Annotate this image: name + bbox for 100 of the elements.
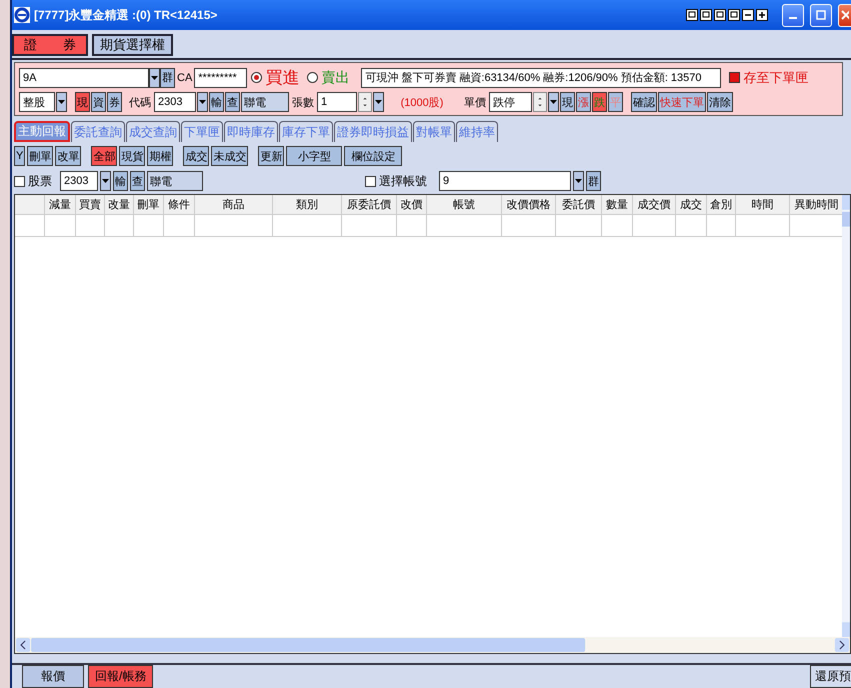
info-field: 可現沖 盤下可券賣 融資:63134/60% 融券:1206/90% 預估金額: 13570 — [361, 68, 722, 88]
code-field[interactable]: 2303 — [60, 171, 98, 191]
vertical-scrollbar[interactable] — [842, 195, 850, 637]
filter-button[interactable]: 全部 — [91, 146, 118, 166]
lookup-button[interactable]: 查 — [130, 171, 145, 191]
account-field[interactable]: 9A — [19, 68, 149, 88]
caret-icon — [199, 100, 206, 104]
table-cell — [105, 215, 134, 237]
minus-icon[interactable] — [742, 9, 754, 21]
close-button[interactable] — [838, 4, 851, 26]
caret-icon — [151, 76, 158, 80]
column-header[interactable]: 成交價 — [633, 195, 676, 215]
dropdown-button[interactable] — [56, 92, 67, 112]
column-header[interactable]: 帳號 — [427, 195, 502, 215]
table-cell — [602, 215, 633, 237]
column-header[interactable]: 類別 — [273, 195, 342, 215]
window-title: [7777]永豐金精選 :(0) TR<12415> — [34, 6, 218, 24]
column-header[interactable]: 條件 — [164, 195, 195, 215]
column-header[interactable]: 改價價格 — [502, 195, 556, 215]
code-label: 代碼 — [128, 96, 152, 110]
dropdown-button[interactable] — [149, 68, 160, 88]
column-header[interactable]: 異動時間 — [790, 195, 842, 215]
table-cell — [134, 215, 164, 237]
spinner-icon[interactable] — [533, 92, 547, 112]
account-field[interactable]: 9 — [439, 171, 571, 191]
plus-icon[interactable] — [756, 9, 768, 21]
credit-type-button[interactable]: 現 — [75, 92, 90, 112]
code-field[interactable]: 2303 — [154, 92, 196, 112]
dropdown-button[interactable] — [373, 92, 384, 112]
lookup-button[interactable]: 查 — [225, 92, 240, 112]
stock-name: 聯電 — [147, 171, 203, 191]
minimize-button[interactable] — [782, 4, 804, 26]
dropdown-button[interactable] — [100, 171, 111, 191]
column-header[interactable]: 倉別 — [707, 195, 736, 215]
group-button[interactable]: 群 — [586, 171, 601, 191]
caret-icon — [575, 179, 582, 183]
table-cell — [76, 215, 105, 237]
button[interactable]: 小字型 — [286, 146, 342, 166]
filter-button[interactable]: 現貨 — [119, 146, 146, 166]
filter-button[interactable]: 成交 — [183, 146, 210, 166]
column-header[interactable]: 改價 — [397, 195, 427, 215]
action-button[interactable]: 確認 — [631, 92, 657, 112]
column-header[interactable]: 委託價 — [556, 195, 602, 215]
table-cell — [633, 215, 676, 237]
app-logo-icon — [14, 7, 30, 23]
table-cell — [676, 215, 707, 237]
caret-icon — [550, 100, 557, 104]
bottom-tab[interactable]: 回報/帳務 — [88, 665, 154, 688]
column-header[interactable]: 買賣 — [76, 195, 105, 215]
unit-label: (1000股) — [400, 96, 444, 110]
credit-type-button[interactable]: 資 — [91, 92, 106, 112]
lookup-button[interactable]: 輸 — [209, 92, 224, 112]
bottom-tab[interactable]: 報價 — [22, 665, 84, 688]
column-header[interactable]: 數量 — [602, 195, 633, 215]
column-header[interactable]: 減量 — [45, 195, 76, 215]
column-header[interactable]: 商品 — [195, 195, 273, 215]
maximize-icon — [816, 10, 826, 20]
lookup-button[interactable]: 輸 — [113, 171, 128, 191]
price-field[interactable]: 跌停 — [489, 92, 532, 112]
lot-type-field[interactable]: 整股 — [19, 92, 55, 112]
dropdown-button[interactable] — [548, 92, 559, 112]
column-header[interactable]: 成交 — [676, 195, 707, 215]
button[interactable]: 改單 — [55, 146, 82, 166]
side-radio[interactable]: 買進 — [247, 66, 304, 89]
column-header[interactable]: 改量 — [105, 195, 134, 215]
password-field[interactable]: ********* — [194, 68, 248, 88]
account-checkbox[interactable]: 選擇帳號 — [365, 172, 427, 190]
filter-button[interactable]: 期權 — [147, 146, 174, 166]
table-cell — [707, 215, 736, 237]
table-cell — [397, 215, 427, 237]
header-cell — [15, 195, 45, 215]
action-button[interactable]: 清除 — [707, 92, 733, 112]
restore-button[interactable]: 還原預 — [810, 665, 851, 688]
save-to-queue-checkbox[interactable]: 存至下單匣 — [729, 68, 808, 86]
price-button[interactable]: 現 — [560, 92, 575, 112]
horizontal-scrollbar[interactable] — [15, 637, 850, 653]
maximize-button[interactable] — [810, 4, 832, 26]
column-header[interactable]: 時間 — [736, 195, 790, 215]
market-tab[interactable]: 期貨選擇權 — [92, 34, 173, 56]
table-cell — [502, 215, 556, 237]
spinner-icon[interactable] — [358, 92, 372, 112]
group-button[interactable]: 群 — [160, 68, 175, 88]
quantity-field[interactable]: 1 — [317, 92, 357, 112]
dropdown-button[interactable] — [197, 92, 208, 112]
market-tab[interactable]: 證 券 — [12, 34, 88, 56]
button[interactable]: 欄位設定 — [344, 146, 402, 166]
credit-type-button[interactable]: 券 — [107, 92, 122, 112]
button[interactable]: 更新 — [258, 146, 284, 166]
button[interactable]: 刪單 — [27, 146, 54, 166]
dropdown-button[interactable] — [573, 171, 584, 191]
caret-icon — [58, 100, 65, 104]
table-cell — [342, 215, 397, 237]
table-cell — [736, 215, 790, 237]
column-header[interactable]: 原委託價 — [342, 195, 397, 215]
column-header[interactable]: 刪單 — [134, 195, 164, 215]
table-cell — [556, 215, 602, 237]
button[interactable]: Y — [14, 146, 26, 166]
stock-checkbox[interactable]: 股票 — [14, 172, 52, 190]
quantity-label: 張數 — [291, 96, 315, 110]
filter-button[interactable]: 未成交 — [211, 146, 248, 166]
